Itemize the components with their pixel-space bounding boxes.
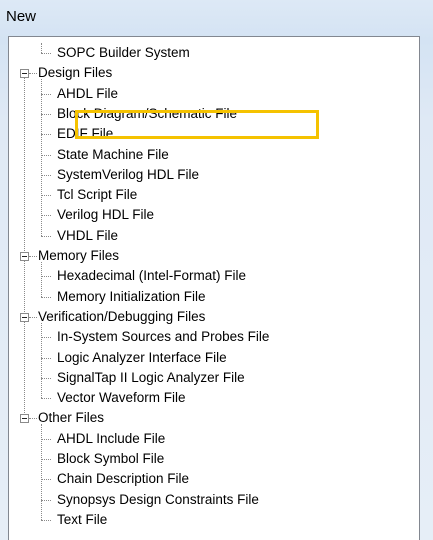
dialog-title: New [6,8,37,25]
tree-item-label: State Machine File [57,146,169,162]
tree-connector [41,79,42,236]
tree-connector [41,134,51,136]
tree-connector [41,262,42,297]
tree-item[interactable]: Hexadecimal (Intel-Format) File [56,266,247,286]
tree-item-label: Logic Analyzer Interface File [57,349,227,365]
tree-connector [41,479,51,481]
tree-item-label: AHDL Include File [57,430,166,446]
tree-connector [41,377,51,379]
tree-connector [24,261,25,312]
tree-connector [41,43,42,53]
tree-item-label: Memory Initialization File [57,288,206,304]
tree-item[interactable]: Block Symbol File [56,449,165,469]
tree-item-label: Block Symbol File [57,451,165,466]
tree-item-label: Verilog HDL File [57,207,155,223]
tree-item-label: SystemVerilog HDL File [57,166,200,182]
tree-connector [41,215,51,217]
tree-connector [29,316,37,318]
tree-item[interactable]: Chain Description File [56,469,190,489]
tree-item-label: SOPC Builder System [57,45,190,60]
tree-connector [41,93,51,95]
tree-connector [41,195,51,197]
tree-connector [41,357,51,359]
tree-connector [41,337,51,339]
tree-item[interactable]: Verilog HDL File [56,205,155,225]
new-file-dialog: New SOPC Builder System Design Files AHDL … [0,0,433,540]
tree-folder-label: Design Files [38,65,113,81]
tree-item-label: AHDL File [57,85,119,101]
tree-folder[interactable]: Memory Files [37,246,120,266]
file-type-tree-frame[interactable]: SOPC Builder System Design Files AHDL File… [8,36,420,540]
tree-connector [41,438,51,440]
tree-item-label: Chain Description File [57,471,190,487]
tree-connector [24,321,25,414]
tree-connector [41,154,51,156]
tree-connector [24,78,25,251]
collapse-icon[interactable] [20,252,29,261]
tree-item-label: In-System Sources and Probes File [57,329,270,345]
tree-item[interactable]: Logic Analyzer Interface File [56,348,228,368]
tree-item-label: Text File [57,511,108,527]
tree-item[interactable]: Text File [56,510,108,530]
collapse-icon[interactable] [20,312,29,322]
collapse-icon[interactable] [20,69,29,79]
tree-connector [41,113,51,115]
tree-item[interactable]: In-System Sources and Probes File [56,327,270,347]
tree-item-label: Block Diagram/Schematic File [57,105,238,121]
tree-item[interactable]: Block Diagram/Schematic File [56,104,238,124]
tree-item[interactable]: SignalTap II Logic Analyzer File [56,368,246,388]
tree-item[interactable]: EDIF File [56,124,114,144]
tree-connector [41,424,42,520]
tree-item[interactable]: Vector Waveform File [56,388,187,408]
tree-connector [41,296,51,298]
tree-connector [41,459,51,460]
tree-item-label: Synopsys Design Constraints File [57,491,259,507]
tree-connector [29,256,37,257]
tree-item-label: Vector Waveform File [57,390,186,406]
tree-item-label: Tcl Script File [57,187,138,203]
tree-folder-label: Memory Files [38,248,120,263]
tree-item[interactable]: Memory Initialization File [56,287,207,307]
tree-connector [41,519,51,521]
tree-folder[interactable]: Other Files [37,408,105,428]
tree-item-label: Hexadecimal (Intel-Format) File [57,268,247,284]
tree-connector [29,418,37,420]
tree-folder-label: Verification/Debugging Files [38,308,206,324]
tree-item[interactable]: AHDL File [56,84,119,104]
tree-connector [41,322,42,399]
tree-item-label: VHDL File [57,227,119,243]
tree-folder[interactable]: Verification/Debugging Files [37,307,206,327]
tree-item-label: SignalTap II Logic Analyzer File [57,369,245,385]
tree-item[interactable]: Tcl Script File [56,185,138,205]
file-type-tree[interactable]: SOPC Builder System Design Files AHDL File… [9,37,419,540]
tree-connector [41,53,51,54]
tree-item[interactable]: Synopsys Design Constraints File [56,490,260,510]
collapse-icon[interactable] [20,414,29,424]
tree-item[interactable]: SystemVerilog HDL File [56,165,200,185]
tree-connector [41,174,51,176]
tree-connector [29,73,37,75]
tree-item[interactable]: SOPC Builder System [56,43,191,63]
tree-connector [41,499,51,501]
tree-item[interactable]: State Machine File [56,145,170,165]
tree-item[interactable]: VHDL File [56,226,119,246]
tree-folder-label: Other Files [38,410,105,426]
tree-item[interactable]: AHDL Include File [56,429,166,449]
tree-connector [41,398,51,400]
tree-connector [41,235,51,237]
tree-item-label: EDIF File [57,126,114,142]
tree-folder[interactable]: Design Files [37,63,113,83]
tree-connector [41,276,51,278]
